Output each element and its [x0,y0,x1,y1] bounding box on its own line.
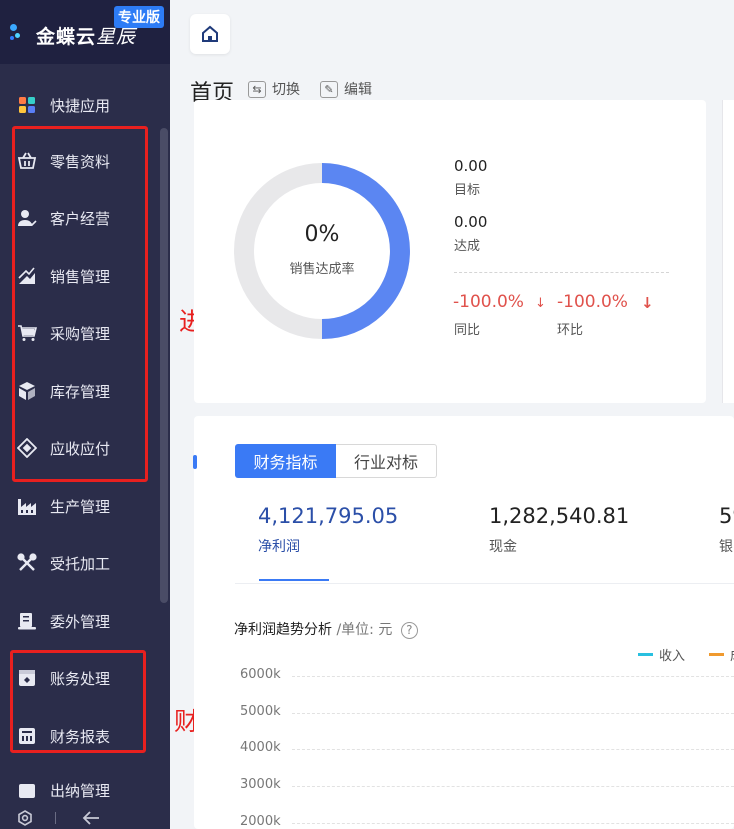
finance-annotation-box [10,650,146,753]
side-card-edge [722,100,734,403]
grid-line [292,822,734,824]
cashier-icon [16,780,38,798]
grid-line [292,786,734,788]
home-tab-button[interactable] [190,14,230,54]
sidebar-item-cashier[interactable]: 出纳管理 [0,774,160,798]
sidebar-item-outsourcing[interactable]: 委外管理 [0,601,160,641]
target-label: 目标 [454,183,481,198]
yoy-label: 同比 [454,323,481,338]
sidebar-item-label: 生产管理 [50,497,111,516]
legend-cost[interactable]: 成 [709,645,734,664]
stats-divider [454,272,669,273]
outsource-icon [16,610,38,632]
inventory-annotation-box [12,126,148,482]
edit-button[interactable]: ✎ 编辑 [320,79,372,99]
mom-down-arrow-icon: ↓ [641,294,654,312]
back-arrow-icon[interactable] [82,810,100,826]
switch-icon: ⇆ [248,80,266,98]
net-profit-label: 净利润 [258,539,300,555]
bank-value[interactable]: 59 [719,504,734,528]
help-icon[interactable]: ? [400,622,418,639]
factory-icon [16,495,38,517]
tools-icon [16,552,38,574]
yoy-down-arrow-icon: ↓ [535,296,546,311]
sidebar-item-quick-apps[interactable]: 快捷应用 [0,85,160,125]
legend-income[interactable]: 收入 [638,645,685,664]
net-profit-value[interactable]: 4,121,795.05 [258,504,398,528]
active-metric-underline [259,579,329,581]
sidebar-item-label: 受托加工 [50,554,111,573]
switch-button[interactable]: ⇆ 切换 [248,79,300,99]
y-tick-label: 3000k [240,777,281,793]
chart-unit: /单位: 元 [336,622,393,638]
edition-badge: 专业版 [114,6,164,28]
y-tick-label: 2000k [240,813,281,829]
sidebar-item-processing[interactable]: 受托加工 [0,543,160,583]
cash-value[interactable]: 1,282,540.81 [489,504,629,528]
logo-mark-icon [10,22,32,44]
grid-line [292,676,734,677]
logo-bar: 金蝶云星辰 专业版 [0,0,170,64]
sidebar-item-production[interactable]: 生产管理 [0,486,160,526]
footer-divider [55,811,56,824]
legend-cost-swatch [709,653,724,656]
mom-label: 环比 [557,323,584,338]
grid-line [292,712,734,714]
switch-label: 切换 [272,82,300,98]
y-tick-label: 6000k [240,667,281,682]
cash-label: 现金 [489,539,517,555]
sidebar-item-label: 委外管理 [50,612,111,631]
sidebar-scrollbar[interactable] [160,128,168,603]
sales-rate-value: 0% [304,222,340,247]
chart-title-text: 净利润趋势分析 [234,622,332,638]
achieved-label: 达成 [454,239,481,254]
achieved-value: 0.00 [454,213,488,231]
y-tick-label: 4000k [240,740,281,756]
legend-cost-label: 成 [730,645,734,664]
chart-title: 净利润趋势分析 /单位: 元 ? [234,619,418,639]
edit-icon: ✎ [320,80,338,98]
grid-line [292,749,734,751]
sidebar-footer [0,806,170,829]
metrics-divider [235,583,734,584]
donut-arc [321,163,410,339]
mom-value: -100.0% [557,292,628,312]
sales-rate-label: 销售达成率 [289,262,355,277]
top-bar [170,0,734,68]
tab-industry-benchmark[interactable]: 行业对标 [336,444,437,478]
sidebar-item-label: 快捷应用 [50,96,111,115]
target-value: 0.00 [454,157,488,175]
y-tick-label: 5000k [240,703,281,719]
section-marker [193,455,197,469]
legend-income-label: 收入 [659,649,686,664]
home-icon [202,25,218,42]
edit-label: 编辑 [344,82,372,98]
yoy-value: -100.0% [453,292,524,312]
sales-rate-donut [234,163,410,339]
bank-label: 银 [719,539,733,555]
apps-grid-icon [16,94,38,116]
settings-icon[interactable] [17,809,33,826]
sidebar-item-label: 出纳管理 [50,782,111,798]
tab-finance-indicators[interactable]: 财务指标 [235,444,336,478]
legend-income-swatch [638,653,653,656]
